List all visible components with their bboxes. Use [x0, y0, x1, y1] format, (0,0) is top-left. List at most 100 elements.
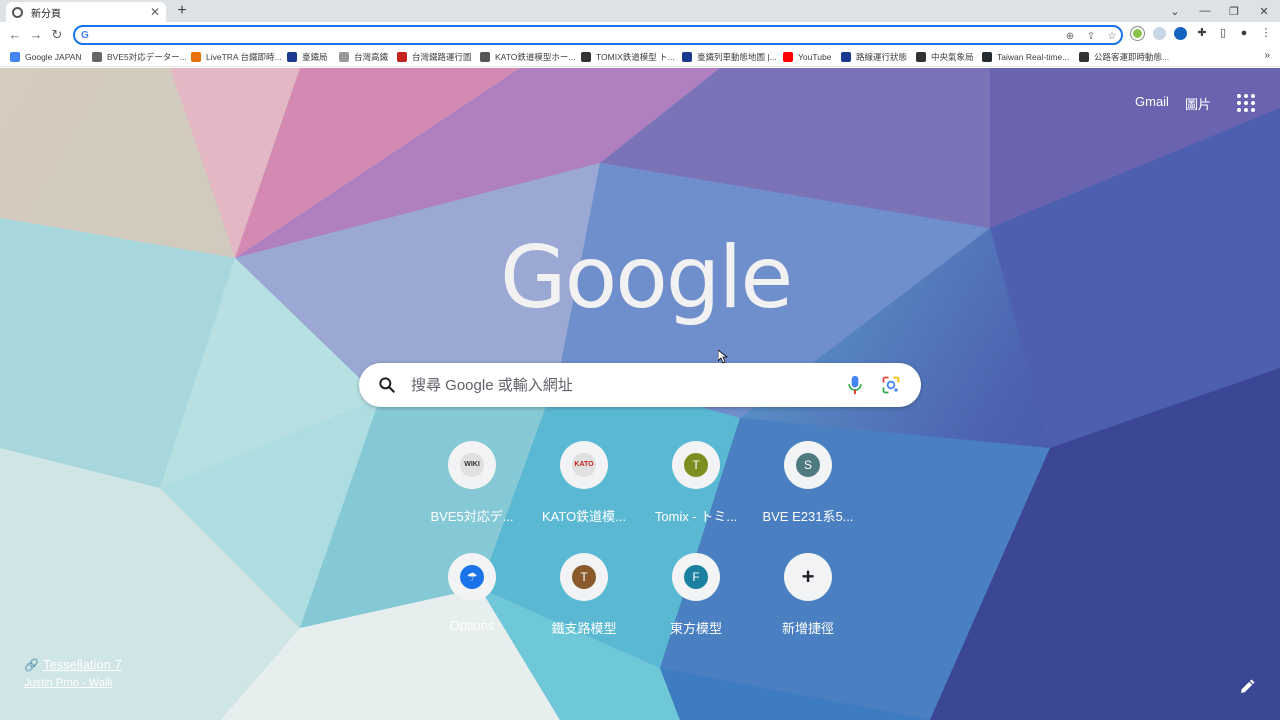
- shortcut-label: Options: [449, 618, 495, 633]
- new-tab-page: Gmail 圖片 Google WIKI BVE5対応デ...: [0, 68, 1280, 720]
- bookmark-favicon-icon: [1079, 52, 1089, 62]
- extension-icon-1[interactable]: [1131, 27, 1144, 40]
- bookmark-favicon-icon: [783, 52, 793, 62]
- bookmark-star-icon[interactable]: ☆: [1105, 30, 1119, 44]
- shortcut-favicon: F: [672, 553, 720, 601]
- bookmark-favicon-icon: [581, 52, 591, 62]
- shortcut-favicon: +: [784, 553, 832, 601]
- weather-umbrella-icon: ☂: [460, 565, 484, 589]
- bookmark-item[interactable]: 臺鐵列車動態地圖 |...: [682, 50, 777, 64]
- shortcut-label: Tomix - トミ...: [654, 509, 738, 524]
- link-icon: 🔗: [24, 658, 39, 672]
- shortcut-favicon: WIKI: [448, 441, 496, 489]
- bookmark-favicon-icon: [841, 52, 851, 62]
- shortcut-favicon: ☂: [448, 553, 496, 601]
- google-g-icon: G: [81, 29, 89, 41]
- bookmarks-overflow-icon[interactable]: »: [1264, 50, 1270, 61]
- share-icon[interactable]: ⇪: [1084, 30, 1098, 44]
- shortcut-tile[interactable]: KATO KATO鉄道模...: [528, 441, 640, 541]
- letter-t-icon: T: [684, 453, 708, 477]
- shortcut-label: 鐵支路模型: [551, 621, 617, 636]
- restore-icon[interactable]: ❐: [1219, 0, 1249, 22]
- bookmark-item[interactable]: KATO鉄道模型ホー...: [480, 50, 575, 64]
- search-input[interactable]: [411, 373, 831, 397]
- shortcut-favicon: T: [560, 553, 608, 601]
- letter-t-icon: T: [572, 565, 596, 589]
- shortcut-tile[interactable]: F 東方模型: [640, 553, 752, 653]
- customize-pencil-icon[interactable]: [1238, 678, 1256, 696]
- search-icon: [379, 377, 395, 393]
- credit-author-link[interactable]: Justin Prno - Walli: [24, 677, 112, 689]
- zoom-icon[interactable]: ⊕: [1063, 30, 1077, 44]
- shortcut-label: KATO鉄道模...: [541, 509, 627, 524]
- shortcut-label: 新增捷徑: [781, 621, 834, 636]
- forward-button[interactable]: →: [27, 26, 45, 44]
- voice-search-icon[interactable]: [845, 374, 865, 396]
- menu-kebab-icon[interactable]: ⋮: [1259, 26, 1273, 40]
- tab-title: 新分頁: [31, 8, 61, 20]
- shortcut-label: BVE5対応デ...: [430, 509, 514, 524]
- background-credit-title[interactable]: 🔗 Tessellation 7: [24, 657, 122, 672]
- kato-icon: KATO: [572, 453, 596, 477]
- bookmark-item[interactable]: LiveTRA 台鐵即時...: [191, 50, 282, 64]
- profile-avatar-icon[interactable]: ●: [1237, 26, 1251, 40]
- bookmark-favicon-icon: [916, 52, 926, 62]
- bookmark-favicon-icon: [10, 52, 20, 62]
- bookmark-item[interactable]: Taiwan Real-time...: [982, 50, 1069, 64]
- bookmark-item[interactable]: 台灣高鐵: [339, 50, 388, 64]
- bookmark-item[interactable]: YouTube: [783, 50, 831, 64]
- bookmark-item[interactable]: 路線運行狀態: [841, 50, 907, 64]
- address-bar[interactable]: G ⊕ ⇪ ☆: [73, 25, 1123, 45]
- minimize-icon[interactable]: —: [1190, 0, 1220, 22]
- wiki-icon: WIKI: [460, 453, 484, 477]
- browser-toolbar: ← → ↻ G ⊕ ⇪ ☆: [0, 22, 1280, 47]
- shortcut-tile[interactable]: WIKI BVE5対応デ...: [416, 441, 528, 541]
- mouse-cursor-icon: [718, 350, 728, 364]
- bookmark-favicon-icon: [397, 52, 407, 62]
- side-panel-icon[interactable]: ▯: [1216, 26, 1230, 40]
- google-lens-icon[interactable]: [881, 375, 901, 395]
- extension-icon-3[interactable]: [1174, 27, 1187, 40]
- bookmark-favicon-icon: [682, 52, 692, 62]
- bookmark-item[interactable]: 台灣鐵路運行圖: [397, 50, 472, 64]
- gmail-link[interactable]: Gmail: [1135, 94, 1169, 109]
- back-button[interactable]: ←: [6, 26, 24, 44]
- background-credit-author[interactable]: Justin Prno - Walli: [24, 677, 112, 689]
- credit-title-link[interactable]: Tessellation 7: [43, 657, 122, 672]
- bookmark-favicon-icon: [480, 52, 490, 62]
- bookmark-favicon-icon: [92, 52, 102, 62]
- google-apps-icon[interactable]: [1237, 94, 1255, 112]
- shortcut-tile[interactable]: T 鐵支路模型: [528, 553, 640, 653]
- address-input[interactable]: [94, 29, 1121, 41]
- chrome-icon: [12, 6, 23, 18]
- reload-button[interactable]: ↻: [48, 26, 66, 44]
- puzzle-icon[interactable]: ✚: [1195, 26, 1209, 40]
- chevron-down-icon[interactable]: ⌄: [1160, 0, 1190, 22]
- tab-new-tab[interactable]: 新分頁 ✕: [6, 2, 166, 22]
- new-tab-button[interactable]: +: [173, 2, 191, 20]
- extension-icon-2[interactable]: [1153, 27, 1166, 40]
- shortcut-tile[interactable]: S BVE E231系5...: [752, 441, 864, 541]
- letter-f-icon: F: [684, 565, 708, 589]
- shortcut-favicon: S: [784, 441, 832, 489]
- close-tab-icon[interactable]: ✕: [150, 5, 160, 19]
- letter-s-icon: S: [796, 453, 820, 477]
- bookmark-item[interactable]: 臺鐵局: [287, 50, 328, 64]
- shortcut-tile[interactable]: T Tomix - トミ...: [640, 441, 752, 541]
- bookmark-item[interactable]: 中央氣象局: [916, 50, 974, 64]
- close-icon[interactable]: ✕: [1249, 0, 1279, 22]
- bookmarks-bar: Google JAPAN BVE5対応データー... LiveTRA 台鐵即時.…: [0, 47, 1280, 67]
- add-shortcut-button[interactable]: + 新增捷徑: [752, 553, 864, 653]
- search-box[interactable]: [359, 363, 921, 407]
- shortcut-favicon: T: [672, 441, 720, 489]
- bookmark-favicon-icon: [191, 52, 201, 62]
- bookmark-item[interactable]: BVE5対応データー...: [92, 50, 187, 64]
- images-link[interactable]: 圖片: [1185, 94, 1211, 113]
- bookmark-item[interactable]: TOMIX鉄道模型 ト...: [581, 50, 675, 64]
- bookmark-favicon-icon: [339, 52, 349, 62]
- bookmark-item[interactable]: 公路客運即時動態...: [1079, 50, 1169, 64]
- bookmark-item[interactable]: Google JAPAN: [10, 50, 82, 64]
- shortcut-favicon: KATO: [560, 441, 608, 489]
- bookmark-favicon-icon: [287, 52, 297, 62]
- shortcut-tile[interactable]: ☂ Options: [416, 553, 528, 653]
